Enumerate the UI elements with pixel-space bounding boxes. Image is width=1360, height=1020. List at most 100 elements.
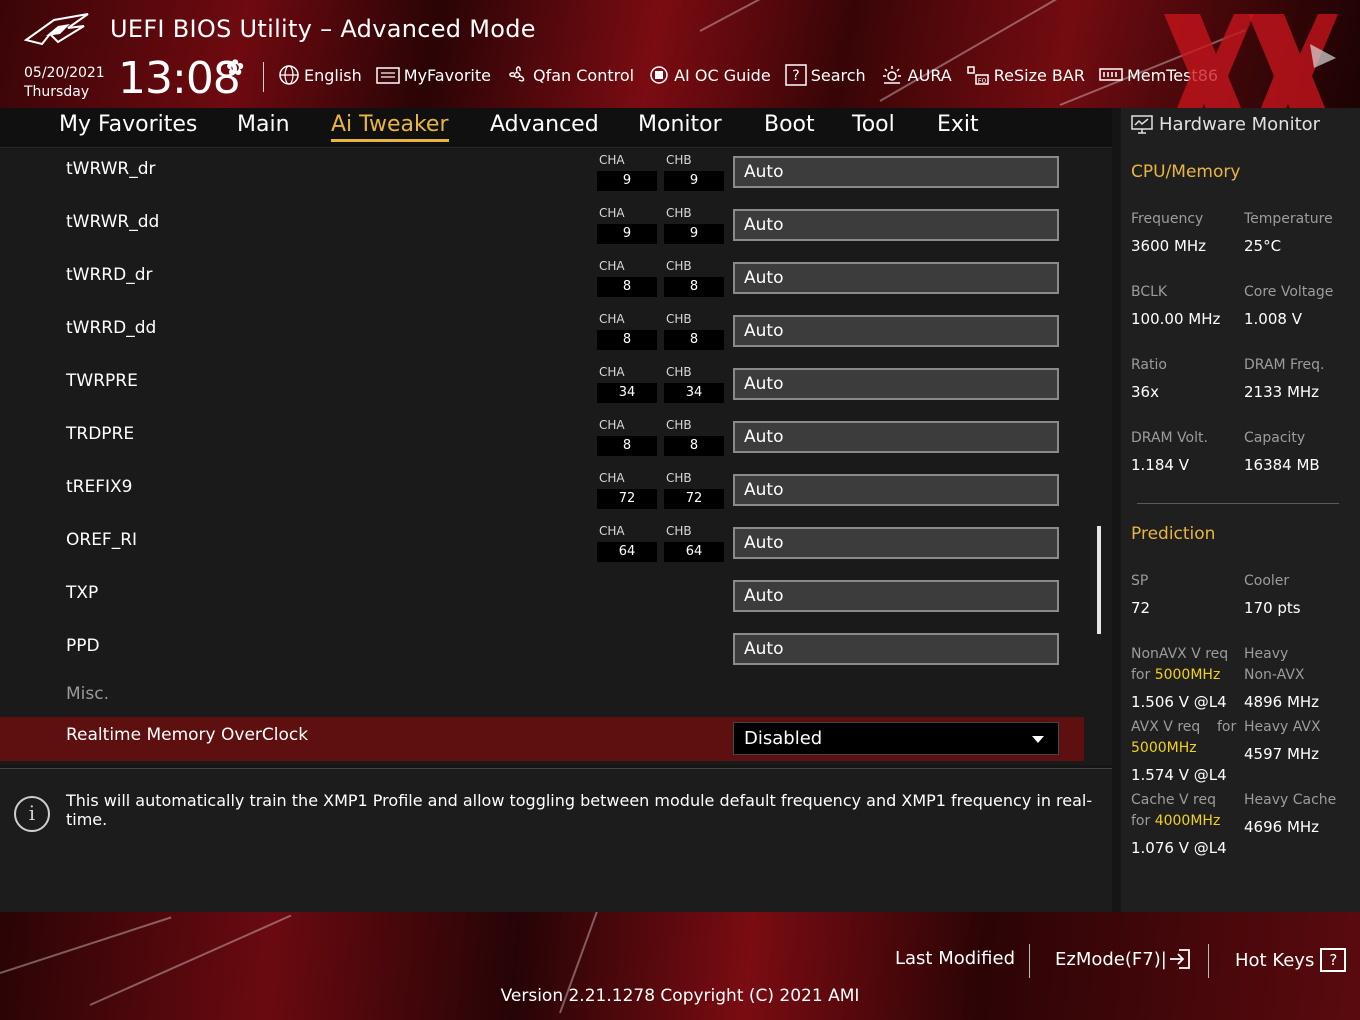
decor-streak	[0, 916, 172, 974]
globe-icon	[279, 65, 299, 85]
help-icon: ?	[1320, 948, 1347, 972]
tab-exit[interactable]: Exit	[937, 112, 979, 137]
channel-b-label: CHB	[666, 312, 692, 326]
hw-label-cooler: Cooler	[1244, 573, 1290, 589]
hw-value-heavy-nonavx: 4896 MHz	[1244, 693, 1320, 711]
last-modified-button[interactable]: Last Modified	[895, 948, 1015, 969]
tab-boot[interactable]: Boot	[764, 112, 815, 137]
channel-a-readout: CHA 9	[597, 153, 657, 191]
dropdown-value: Disabled	[744, 728, 823, 749]
setting-row-trefix9[interactable]: tREFIX9 CHA 72 CHB 72 Auto	[0, 469, 1112, 522]
setting-row-trdpre[interactable]: TRDPRE CHA 8 CHB 8 Auto	[0, 416, 1112, 469]
search-label: Search	[810, 65, 866, 85]
channel-a-readout: CHA 8	[597, 418, 657, 456]
setting-label: TXP	[66, 583, 99, 603]
hw-value-ratio: 36x	[1131, 383, 1159, 401]
ezmode-label: EzMode(F7)|	[1055, 948, 1167, 970]
hw-value-cooler: 170 pts	[1244, 599, 1301, 617]
setting-value-field[interactable]: Auto	[733, 633, 1059, 665]
qfan-control-button[interactable]: Qfan Control	[505, 64, 634, 86]
ai-oc-guide-button[interactable]: AI OC Guide	[648, 64, 771, 86]
setting-value-field[interactable]: Auto	[733, 580, 1059, 612]
channel-b-label: CHB	[666, 259, 692, 273]
hw-label-heavy: Heavy	[1244, 646, 1289, 662]
setting-label: OREF_RI	[66, 530, 138, 550]
setting-row-oref-ri[interactable]: OREF_RI CHA 64 CHB 64 Auto	[0, 522, 1112, 575]
footer-divider	[1208, 944, 1209, 978]
setting-label: Realtime Memory OverClock	[66, 725, 309, 745]
channel-a-value: 72	[597, 489, 657, 509]
gear-icon[interactable]: ✿	[226, 56, 244, 81]
setting-row-twrrd-dd[interactable]: tWRRD_dd CHA 8 CHB 8 Auto	[0, 310, 1112, 363]
setting-row-twrwr-dr[interactable]: tWRWR_dr CHA 9 CHB 9 Auto	[0, 151, 1112, 204]
hw-label-non-avx: Non-AVX	[1244, 667, 1305, 683]
hw-value-heavy-avx: 4597 MHz	[1244, 745, 1320, 763]
channel-b-label: CHB	[666, 418, 692, 432]
hw-label-nonavx-vreq: NonAVX V req	[1131, 646, 1229, 662]
myfavorite-button[interactable]: MyFavorite	[376, 65, 491, 85]
setting-value-field[interactable]: Auto	[733, 315, 1059, 347]
tab-tool[interactable]: Tool	[852, 112, 895, 137]
resize-bar-button[interactable]: F0 ReSize BAR	[966, 64, 1085, 86]
hw-value-temperature: 25°C	[1244, 237, 1282, 255]
hw-divider	[1137, 503, 1339, 504]
hw-label-core-voltage: Core Voltage	[1244, 284, 1334, 300]
setting-row-realtime-memory-overclock[interactable]: Realtime Memory OverClock Disabled	[0, 717, 1084, 761]
qfan-control-label: Qfan Control	[533, 65, 635, 85]
channel-a-value: 9	[597, 171, 657, 191]
setting-row-txp[interactable]: TXP Auto	[0, 575, 1112, 628]
setting-value-field[interactable]: Auto	[733, 156, 1059, 188]
main-menu-bar: My Favorites Main Ai Tweaker Advanced Mo…	[0, 108, 1112, 148]
aura-button[interactable]: AURA	[880, 64, 952, 86]
setting-row-ppd[interactable]: PPD Auto	[0, 628, 1112, 681]
channel-b-readout: CHB 8	[664, 259, 724, 297]
language-button[interactable]: English	[278, 64, 362, 86]
channel-b-label: CHB	[666, 153, 692, 167]
setting-value-field[interactable]: Auto	[733, 474, 1059, 506]
setting-value-field[interactable]: Auto	[733, 527, 1059, 559]
channel-b-value: 64	[664, 542, 724, 562]
channel-a-readout: CHA 72	[597, 471, 657, 509]
memtest-button[interactable]: MemTest86	[1099, 65, 1218, 85]
setting-label: tWRWR_dr	[66, 159, 156, 179]
hardware-monitor-title-text: Hardware Monitor	[1159, 114, 1321, 135]
realtime-overclock-dropdown[interactable]: Disabled	[733, 722, 1059, 755]
channel-a-label: CHA	[599, 259, 625, 273]
version-text: Version 2.21.1278 Copyright (C) 2021 AMI	[500, 986, 860, 1006]
info-icon: i	[14, 796, 50, 832]
settings-scrollbar[interactable]	[1097, 526, 1101, 634]
cache-target-freq: 4000MHz	[1154, 813, 1221, 829]
tab-monitor[interactable]: Monitor	[638, 112, 722, 137]
channel-a-label: CHA	[599, 312, 625, 326]
channel-a-readout: CHA 64	[597, 524, 657, 562]
channel-a-label: CHA	[599, 418, 625, 432]
channel-a-label: CHA	[599, 524, 625, 538]
ezmode-button[interactable]: EzMode(F7)|	[1055, 948, 1193, 970]
setting-value-field[interactable]: Auto	[733, 262, 1059, 294]
channel-b-value: 8	[664, 277, 724, 297]
channel-b-label: CHB	[666, 471, 692, 485]
hw-value-nonavx-vreq: 1.506 V @L4	[1131, 693, 1227, 711]
setting-value-field[interactable]: Auto	[733, 421, 1059, 453]
setting-row-twrpre[interactable]: TWRPRE CHA 34 CHB 34 Auto	[0, 363, 1112, 416]
setting-label: TRDPRE	[66, 424, 135, 444]
setting-value-field[interactable]: Auto	[733, 209, 1059, 241]
hot-keys-button[interactable]: Hot Keys ?	[1235, 948, 1347, 972]
date-text: 05/20/2021	[24, 65, 105, 81]
setting-value-field[interactable]: Auto	[733, 368, 1059, 400]
channel-a-value: 8	[597, 330, 657, 350]
channel-b-value: 34	[664, 383, 724, 403]
hw-label-avx-vreq: AVX V req	[1131, 719, 1201, 735]
misc-section-label: Misc.	[66, 684, 109, 704]
setting-row-twrwr-dd[interactable]: tWRWR_dd CHA 9 CHB 9 Auto	[0, 204, 1112, 257]
search-button[interactable]: ? Search	[784, 64, 866, 86]
for-text: for	[1131, 813, 1151, 829]
help-text: This will automatically train the XMP1 P…	[66, 791, 1093, 829]
tab-main[interactable]: Main	[237, 112, 290, 137]
hw-value-cache-vreq: 1.076 V @L4	[1131, 839, 1227, 857]
setting-row-twrrd-dr[interactable]: tWRRD_dr CHA 8 CHB 8 Auto	[0, 257, 1112, 310]
tab-advanced[interactable]: Advanced	[490, 112, 599, 137]
tab-ai-tweaker[interactable]: Ai Tweaker	[331, 112, 449, 142]
tab-my-favorites[interactable]: My Favorites	[59, 112, 197, 137]
hw-label-avx-for: for	[1217, 719, 1237, 735]
